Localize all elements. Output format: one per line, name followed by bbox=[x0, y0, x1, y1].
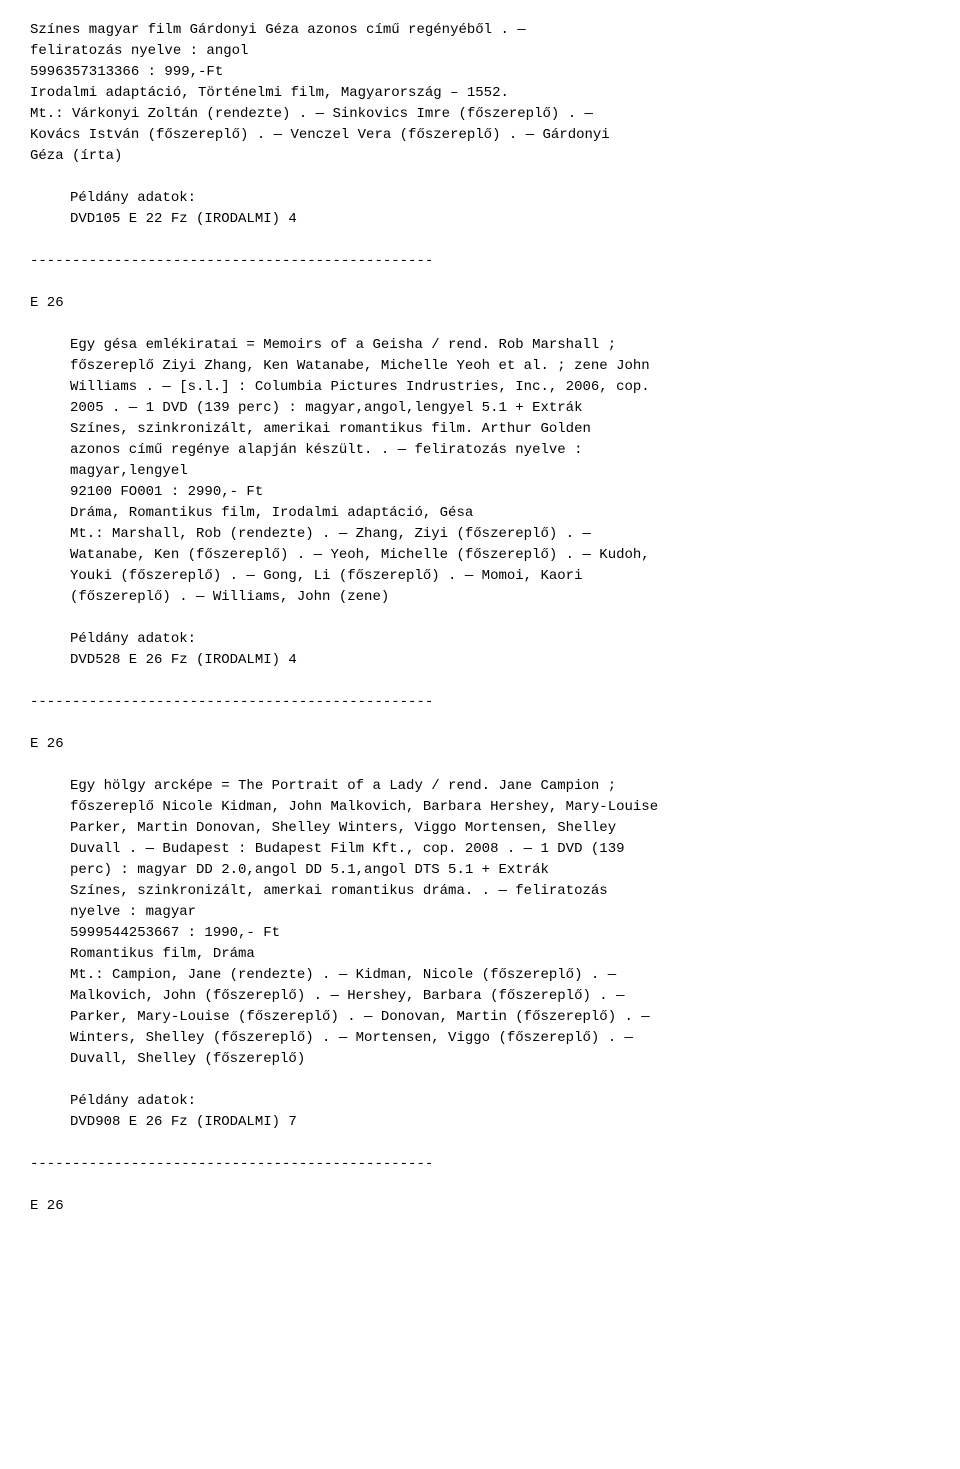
main-text-2: főszereplő Ziyi Zhang, Ken Watanabe, Mic… bbox=[70, 356, 930, 377]
line-header: Színes magyar film Gárdonyi Géza azonos … bbox=[30, 20, 930, 41]
peldany-label-2: Példány adatok: bbox=[70, 629, 930, 650]
main2-text-1: Egy hölgy arcképe = The Portrait of a La… bbox=[70, 776, 930, 797]
peldany-data-1: DVD105 E 22 Fz (IRODALMI) 4 bbox=[70, 209, 930, 230]
line-mt1: Mt.: Várkonyi Zoltán (rendezte) . — Sink… bbox=[30, 104, 930, 125]
category-3: E 26 bbox=[30, 1196, 930, 1217]
category-1: E 26 bbox=[30, 293, 930, 314]
peldany-data-2: DVD528 E 26 Fz (IRODALMI) 4 bbox=[70, 650, 930, 671]
main2-text-4: Duvall . — Budapest : Budapest Film Kft.… bbox=[70, 839, 930, 860]
main2-text-8: 5999544253667 : 1990,- Ft bbox=[70, 923, 930, 944]
main2-text-11: Malkovich, John (főszereplő) . — Hershey… bbox=[70, 986, 930, 1007]
line-mt2: Kovács István (főszereplő) . — Venczel V… bbox=[30, 125, 930, 146]
main2-text-14: Duvall, Shelley (főszereplő) bbox=[70, 1049, 930, 1070]
main-text-11: Watanabe, Ken (főszereplő) . — Yeoh, Mic… bbox=[70, 545, 930, 566]
main-text-3: Williams . — [s.l.] : Columbia Pictures … bbox=[70, 377, 930, 398]
main2-text-3: Parker, Martin Donovan, Shelley Winters,… bbox=[70, 818, 930, 839]
divider-line-2: ----------------------------------------… bbox=[30, 692, 930, 713]
main-text-1: Egy gésa emlékiratai = Memoirs of a Geis… bbox=[70, 335, 930, 356]
main-text-5: Színes, szinkronizált, amerikai romantik… bbox=[70, 419, 930, 440]
entry-1: Színes magyar film Gárdonyi Géza azonos … bbox=[30, 20, 930, 1217]
line-mt3: Géza (írta) bbox=[30, 146, 930, 167]
main2-text-9: Romantikus film, Dráma bbox=[70, 944, 930, 965]
main-text-10: Mt.: Marshall, Rob (rendezte) . — Zhang,… bbox=[70, 524, 930, 545]
line-isbn: 5996357313366 : 999,-Ft bbox=[30, 62, 930, 83]
main2-text-13: Winters, Shelley (főszereplő) . — Morten… bbox=[70, 1028, 930, 1049]
main-text-12: Youki (főszereplő) . — Gong, Li (főszere… bbox=[70, 566, 930, 587]
page-content: Színes magyar film Gárdonyi Géza azonos … bbox=[30, 20, 930, 1217]
line-genre: Irodalmi adaptáció, Történelmi film, Mag… bbox=[30, 83, 930, 104]
peldany-data-3: DVD908 E 26 Fz (IRODALMI) 7 bbox=[70, 1112, 930, 1133]
main2-text-7: nyelve : magyar bbox=[70, 902, 930, 923]
peldany-label-3: Példány adatok: bbox=[70, 1091, 930, 1112]
main-text-13: (főszereplő) . — Williams, John (zene) bbox=[70, 587, 930, 608]
main-text-7: magyar,lengyel bbox=[70, 461, 930, 482]
category-2: E 26 bbox=[30, 734, 930, 755]
main2-text-10: Mt.: Campion, Jane (rendezte) . — Kidman… bbox=[70, 965, 930, 986]
main-text-8: 92100 FO001 : 2990,- Ft bbox=[70, 482, 930, 503]
main-text-6: azonos című regénye alapján készült. . —… bbox=[70, 440, 930, 461]
main-text-9: Dráma, Romantikus film, Irodalmi adaptác… bbox=[70, 503, 930, 524]
main2-text-5: perc) : magyar DD 2.0,angol DD 5.1,angol… bbox=[70, 860, 930, 881]
divider-line-3: ----------------------------------------… bbox=[30, 1154, 930, 1175]
divider-line-1: ----------------------------------------… bbox=[30, 251, 930, 272]
line-lang: feliratozás nyelve : angol bbox=[30, 41, 930, 62]
main2-text-12: Parker, Mary-Louise (főszereplő) . — Don… bbox=[70, 1007, 930, 1028]
main2-text-6: Színes, szinkronizált, amerkai romantiku… bbox=[70, 881, 930, 902]
peldany-label-1: Példány adatok: bbox=[70, 188, 930, 209]
main-text-4: 2005 . — 1 DVD (139 perc) : magyar,angol… bbox=[70, 398, 930, 419]
main2-text-2: főszereplő Nicole Kidman, John Malkovich… bbox=[70, 797, 930, 818]
